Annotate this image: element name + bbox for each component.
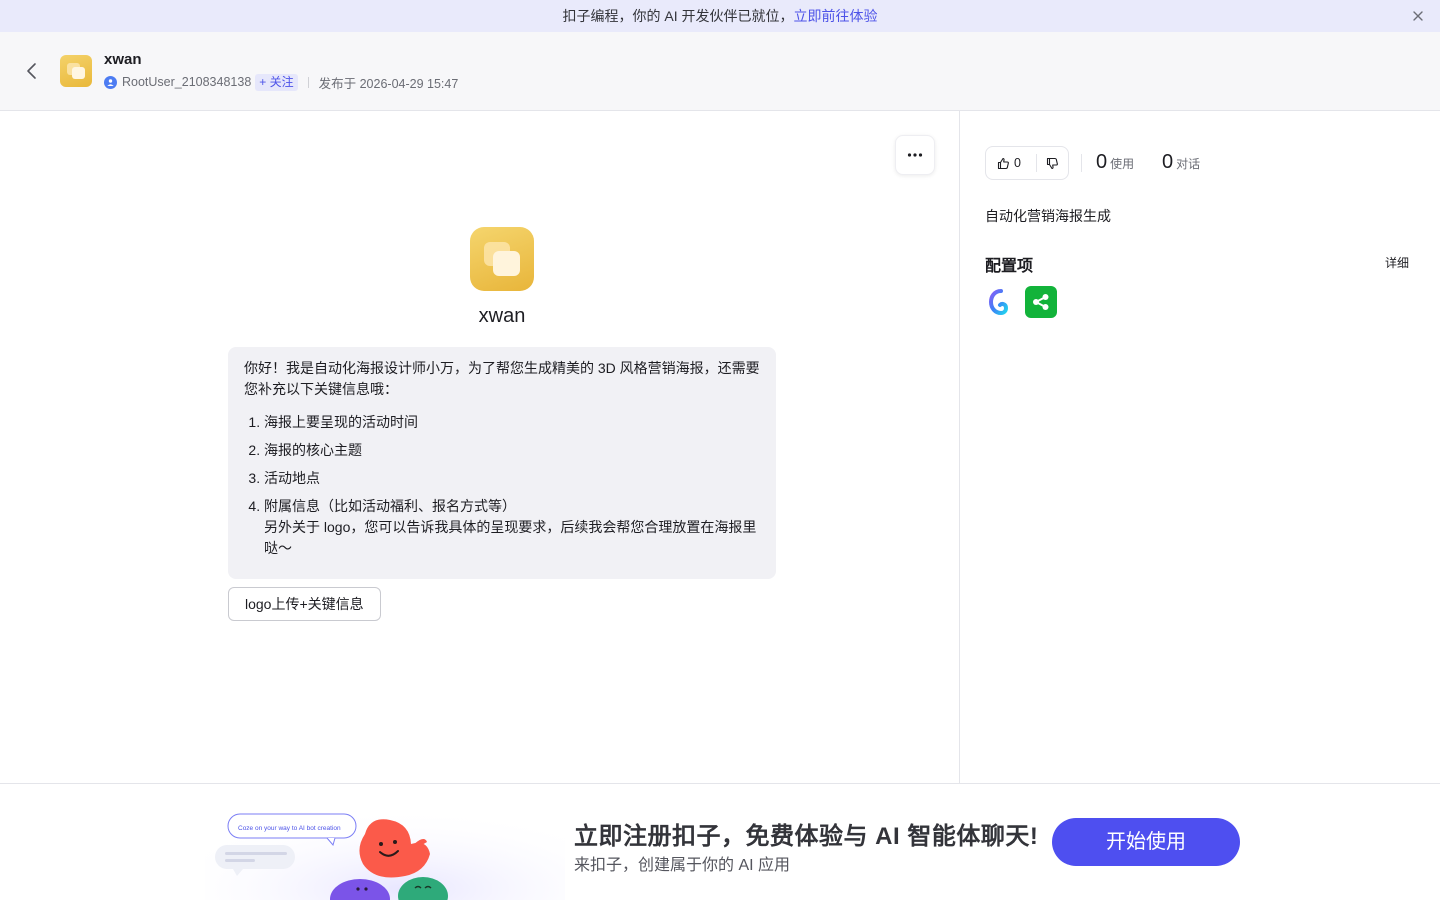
bot-header: xwan RootUser_2108348138 + 关注 发布于 2026-0…	[0, 32, 1440, 111]
bot-avatar-large	[470, 227, 534, 291]
uses-label: 使用	[1110, 157, 1135, 171]
vote-box: 0	[985, 146, 1069, 180]
message-intro: 你好！我是自动化海报设计师小万，为了帮您生成精美的 3D 风格营销海报，还需要您…	[244, 360, 760, 397]
bot-description: 自动化营销海报生成	[985, 208, 1111, 224]
list-item-text: 附属信息（比如活动福利、报名方式等）	[264, 498, 516, 514]
banner-link[interactable]: 立即前往体验	[794, 6, 878, 26]
uses-count: 0	[1096, 151, 1108, 173]
chats-count: 0	[1162, 151, 1174, 173]
like-button[interactable]: 0	[986, 147, 1036, 179]
promo-subtitle: 来扣子，创建属于你的 AI 应用	[574, 857, 791, 874]
username[interactable]: RootUser_2108348138	[122, 75, 251, 89]
bot-message: 你好！我是自动化海报设计师小万，为了帮您生成精美的 3D 风格营销海报，还需要您…	[228, 347, 776, 579]
close-icon[interactable]	[1410, 8, 1426, 24]
message-outro: 另外关于 logo，您可以告诉我具体的呈现要求，后续我会帮您合理放置在海报里哒～	[264, 519, 757, 556]
bot-avatar	[60, 55, 92, 87]
chat-area: xwan 你好！我是自动化海报设计师小万，为了帮您生成精美的 3D 风格营销海报…	[0, 111, 959, 783]
user-icon	[104, 75, 117, 89]
divider	[307, 76, 309, 88]
follow-button[interactable]: + 关注	[255, 73, 298, 91]
promo-title: 立即注册扣子，免费体验与 AI 智能体聊天!	[574, 823, 1039, 850]
list-item: 活动地点	[264, 468, 760, 489]
promo-illustration: Coze on your way to AI bot creation	[205, 784, 565, 900]
chats-label: 对话	[1176, 157, 1201, 171]
promo-footer: Coze on your way to AI bot creation 立即注册…	[0, 783, 1440, 900]
uses-stat: 0 使用	[1096, 151, 1134, 174]
bot-meta: RootUser_2108348138 + 关注 发布于 2026-04-29 …	[104, 73, 458, 91]
bot-name: xwan	[104, 51, 142, 68]
share-plugin-icon[interactable]	[1025, 286, 1057, 318]
chats-stat: 0 对话	[1162, 151, 1200, 174]
banner-text: 扣子编程，你的 AI 开发伙伴已就位，	[562, 8, 794, 24]
list-item: 海报的核心主题	[264, 440, 760, 461]
bot-title: xwan	[478, 305, 526, 327]
message-list: 海报上要呈现的活动时间 海报的核心主题 活动地点 附属信息（比如活动福利、报名方…	[244, 412, 760, 559]
more-icon	[907, 153, 923, 157]
dislike-button[interactable]	[1037, 147, 1068, 179]
list-item: 附属信息（比如活动福利、报名方式等） 另外关于 logo，您可以告诉我具体的呈现…	[264, 496, 760, 559]
thumbs-up-icon	[997, 157, 1009, 169]
like-count: 0	[1014, 156, 1021, 170]
top-banner: 扣子编程，你的 AI 开发伙伴已就位， 立即前往体验	[0, 0, 1440, 32]
info-panel: 0 0 使用 0 对话 自动化营销海报生成 配置项 详细	[959, 111, 1440, 783]
list-item: 海报上要呈现的活动时间	[264, 412, 760, 433]
config-title: 配置项	[985, 258, 1034, 275]
detail-link[interactable]: 详细	[1385, 254, 1409, 271]
suggestion-button[interactable]: logo上传+关键信息	[228, 587, 381, 621]
thumbs-down-icon	[1046, 157, 1058, 169]
start-button[interactable]: 开始使用	[1052, 818, 1240, 866]
publish-time: 发布于 2026-04-29 15:47	[318, 76, 459, 91]
back-arrow-icon[interactable]	[22, 60, 42, 82]
bubble-text: Coze on your way to AI bot creation	[238, 825, 341, 832]
coze-model-icon[interactable]	[985, 286, 1017, 318]
divider	[1081, 154, 1082, 172]
more-button[interactable]	[895, 135, 935, 175]
